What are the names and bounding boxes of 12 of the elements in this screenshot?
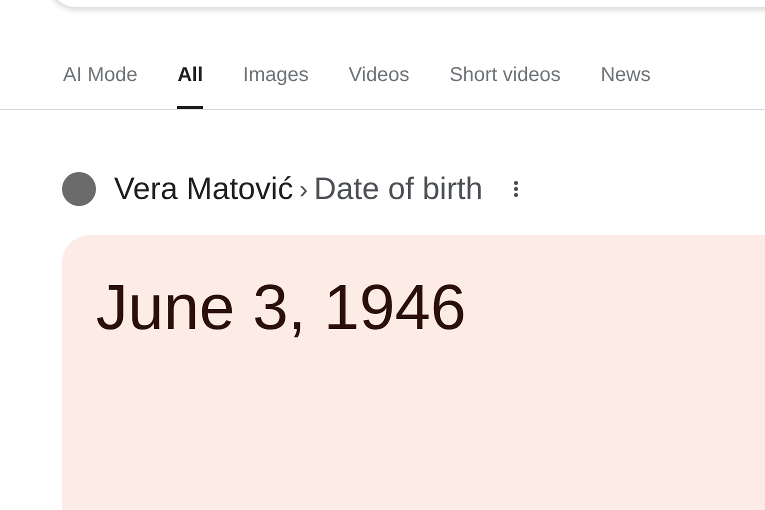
search-tab[interactable]: AI Mode [63,60,138,109]
more-options-icon[interactable] [512,180,519,198]
search-tab[interactable]: Images [243,60,309,109]
search-tab[interactable]: Short videos [449,60,561,109]
breadcrumb-separator: › [299,172,308,206]
entity-link[interactable]: Vera Matović [114,166,294,212]
answer-date: June 3, 1946 [96,274,468,338]
attribute-label: Date of birth [314,170,483,208]
avatar-icon [62,172,96,206]
search-tab[interactable]: All [177,60,204,109]
search-tab[interactable]: Videos [348,60,410,109]
search-tab[interactable]: News [600,60,651,109]
